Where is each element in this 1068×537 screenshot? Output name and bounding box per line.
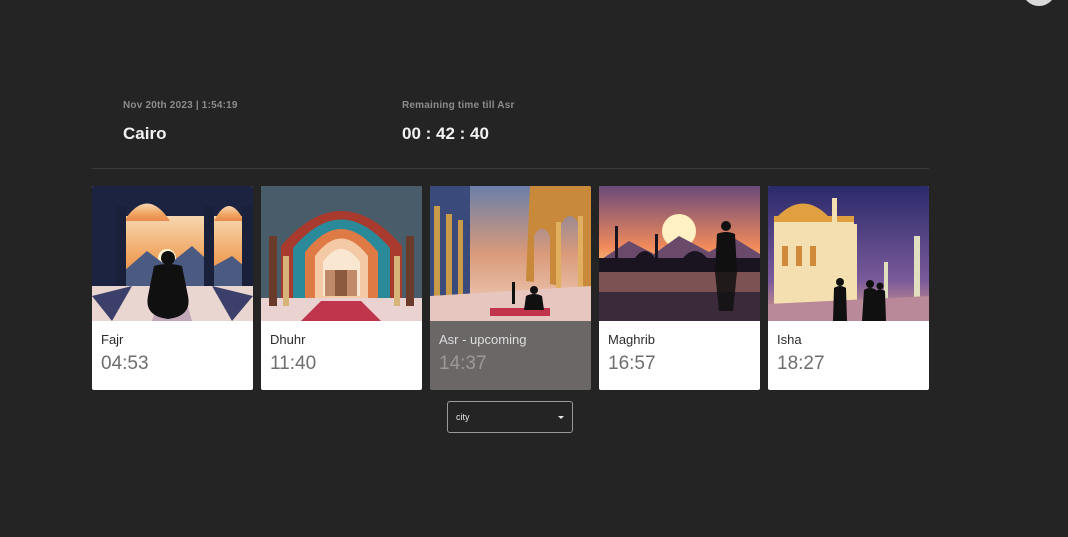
isha-image [768, 186, 929, 321]
asr-image [430, 186, 591, 321]
prayer-time: 14:37 [439, 353, 487, 374]
countdown-block: Remaining time till Asr 00 : 42 : 40 [402, 100, 515, 144]
prayer-name: Maghrib [608, 332, 655, 347]
prayer-name: Dhuhr [270, 332, 306, 347]
city-select[interactable]: city [447, 401, 573, 433]
city-name: Cairo [123, 124, 167, 143]
prayer-card-fajr: Fajr 04:53 [92, 186, 253, 390]
prayer-card-isha: Isha 18:27 [768, 186, 929, 390]
prayer-time: 18:27 [777, 353, 825, 374]
prayer-card-dhuhr: Dhuhr 11:40 [261, 186, 422, 390]
prayer-time: 11:40 [270, 353, 317, 374]
fajr-image [92, 186, 253, 321]
corner-button[interactable] [1022, 0, 1056, 6]
prayer-card-maghrib: Maghrib 16:57 [599, 186, 760, 390]
prayer-cards: Fajr 04:53 Dhuhr 11:40 Asr - upcoming 14… [92, 186, 929, 390]
prayer-name: Fajr [101, 332, 124, 347]
maghrib-image [599, 186, 760, 321]
prayer-time: 16:57 [608, 353, 656, 374]
countdown-timer: 00 : 42 : 40 [402, 124, 489, 143]
prayer-card-asr: Asr - upcoming 14:37 [430, 186, 591, 390]
divider [92, 168, 929, 169]
datetime-text: Nov 20th 2023 | 1:54:19 [123, 100, 238, 111]
prayer-name: Isha [777, 332, 802, 347]
prayer-name: Asr - upcoming [439, 332, 527, 347]
remaining-label: Remaining time till Asr [402, 100, 515, 111]
chevron-down-icon [558, 416, 564, 419]
city-select-value: city [456, 412, 470, 422]
prayer-time: 04:53 [101, 353, 149, 374]
dhuhr-image [261, 186, 422, 321]
date-block: Nov 20th 2023 | 1:54:19 Cairo [123, 100, 238, 144]
